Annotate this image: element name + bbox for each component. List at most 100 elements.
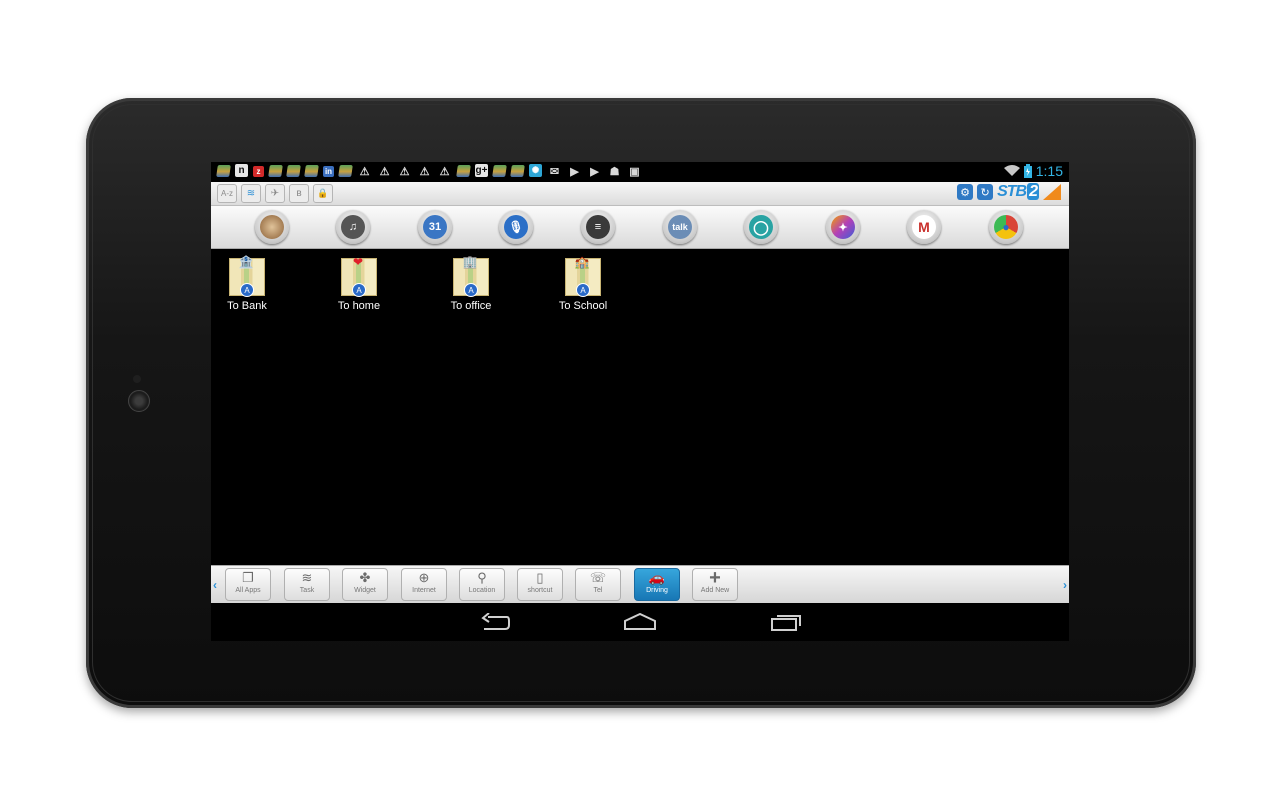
tab-internet[interactable]: ⊕ Internet bbox=[401, 568, 447, 601]
shortcut-label: To School bbox=[558, 300, 608, 312]
stack-icon bbox=[510, 165, 525, 177]
app-talk[interactable]: talk bbox=[663, 210, 697, 244]
app-photo[interactable] bbox=[255, 210, 289, 244]
red-square-icon: z bbox=[253, 166, 264, 177]
pin-icon: A bbox=[240, 283, 254, 297]
office-badge-icon: 🏢 bbox=[462, 255, 478, 269]
scroll-left-icon[interactable]: ‹ bbox=[213, 578, 217, 592]
google-plus-icon: g+ bbox=[475, 164, 488, 177]
car-icon: 🚗 bbox=[648, 570, 666, 585]
stack-icon bbox=[286, 165, 301, 177]
warning-icon: ⚠ bbox=[359, 166, 370, 178]
satellite-icon: ⚲ bbox=[477, 570, 487, 585]
gmail-icon: ✉ bbox=[549, 166, 560, 178]
shortcut-label: To office bbox=[450, 300, 492, 312]
android-icon: ☗ bbox=[609, 166, 620, 178]
globe-icon: ⊕ bbox=[418, 570, 430, 585]
scroll-right-icon[interactable]: › bbox=[1063, 578, 1067, 592]
recent-apps-icon bbox=[771, 615, 801, 631]
cyan-app-icon: ✺ bbox=[529, 164, 542, 177]
tab-shortcut[interactable]: ▯ shortcut bbox=[517, 568, 563, 601]
battery-icon bbox=[1023, 164, 1032, 178]
refresh-icon[interactable]: ↻ bbox=[977, 184, 994, 200]
tablet-screen: n z in ⚠ ⚠ ⚠ ⚠ ⚠ g+ ✺ ✉ ▶ ▶ ☗ ▣ 1:15 A-z… bbox=[211, 162, 1069, 641]
app-music[interactable]: ♫ bbox=[336, 210, 370, 244]
status-bar: n z in ⚠ ⚠ ⚠ ⚠ ⚠ g+ ✺ ✉ ▶ ▶ ☗ ▣ 1:15 bbox=[211, 162, 1069, 182]
home-button[interactable] bbox=[620, 609, 660, 635]
warning-icon: ⚠ bbox=[399, 166, 410, 178]
bank-badge-icon: 🏦 bbox=[238, 255, 254, 269]
bluetooth-toggle[interactable]: ʙ bbox=[289, 184, 309, 203]
heart-badge-icon: ❤ bbox=[352, 255, 364, 269]
all-apps-icon: ❐ bbox=[242, 570, 254, 585]
shortcut-label: To Bank bbox=[227, 300, 267, 312]
app-settings[interactable]: ≡ bbox=[581, 210, 615, 244]
linkedin-icon: in bbox=[323, 166, 334, 177]
tab-driving[interactable]: 🚗 Driving bbox=[634, 568, 680, 601]
tab-location[interactable]: ⚲ Location bbox=[459, 568, 505, 601]
notification-icons[interactable]: n z in ⚠ ⚠ ⚠ ⚠ ⚠ g+ ✺ ✉ ▶ ▶ ☗ ▣ bbox=[216, 164, 642, 179]
app-calendar[interactable]: 31 bbox=[418, 210, 452, 244]
stack-icon bbox=[268, 165, 283, 177]
school-badge-icon: 🏫 bbox=[574, 255, 590, 269]
document-icon: ▯ bbox=[536, 570, 544, 585]
a-z-toggle[interactable]: A-z bbox=[217, 184, 237, 203]
task-icon: ≋ bbox=[301, 570, 313, 585]
pin-icon: A bbox=[352, 283, 366, 297]
wifi-icon bbox=[1003, 165, 1020, 176]
stack-icon bbox=[456, 165, 471, 177]
plus-icon: + bbox=[709, 567, 721, 589]
back-icon bbox=[481, 613, 510, 630]
lock-toggle[interactable]: 🔒 bbox=[313, 184, 333, 203]
pin-icon: A bbox=[576, 283, 590, 297]
n-icon: n bbox=[235, 164, 248, 177]
phone-icon: ☏ bbox=[589, 570, 607, 585]
widget-icon: ✤ bbox=[359, 570, 371, 585]
clock: 1:15 bbox=[1035, 163, 1063, 179]
tab-tel[interactable]: ☏ Tel bbox=[575, 568, 621, 601]
shortcut-to-bank[interactable]: 🏦 A To Bank bbox=[211, 255, 287, 312]
app-voice[interactable]: 🎙 bbox=[499, 210, 533, 244]
bag-icon: ▣ bbox=[629, 166, 640, 178]
stack-icon bbox=[492, 165, 507, 177]
warning-icon: ⚠ bbox=[419, 166, 430, 178]
tab-add-new[interactable]: + Add New bbox=[692, 568, 738, 601]
tab-widget[interactable]: ✤ Widget bbox=[342, 568, 388, 601]
app-gmail[interactable]: M bbox=[907, 210, 941, 244]
recent-apps-button[interactable] bbox=[766, 609, 806, 635]
light-sensor bbox=[133, 375, 141, 383]
wifi-toggle[interactable]: ≋ bbox=[241, 184, 261, 203]
tab-all-apps[interactable]: ❐ All Apps bbox=[225, 568, 271, 601]
gear-icon[interactable]: ⚙ bbox=[957, 184, 974, 200]
map-icon: 🏫 A bbox=[565, 255, 601, 297]
shortcut-label: To home bbox=[337, 300, 381, 312]
back-button[interactable] bbox=[475, 609, 515, 635]
map-icon: ❤ A bbox=[341, 255, 377, 297]
pin-icon: A bbox=[464, 283, 478, 297]
home-icon bbox=[624, 613, 656, 630]
app-camera[interactable]: ◯ bbox=[744, 210, 778, 244]
stack-icon bbox=[338, 165, 353, 177]
front-camera bbox=[128, 390, 150, 412]
system-status[interactable]: 1:15 bbox=[1003, 163, 1063, 179]
warning-icon: ⚠ bbox=[439, 166, 450, 178]
map-icon: 🏦 A bbox=[229, 255, 265, 297]
play-icon: ▶ bbox=[570, 166, 579, 178]
shortcut-to-home[interactable]: ❤ A To home bbox=[319, 255, 399, 312]
shortcut-to-school[interactable]: 🏫 A To School bbox=[543, 255, 623, 312]
category-tab-bar: ‹ ❐ All Apps ≋ Task ✤ Widget ⊕ Internet … bbox=[211, 565, 1069, 603]
quick-toggle-bar: A-z ≋ ✈ ʙ 🔒 ⚙ ↻ STB 2 bbox=[211, 182, 1069, 206]
stack-icon bbox=[304, 165, 319, 177]
map-icon: 🏢 A bbox=[453, 255, 489, 297]
play-icon: ▶ bbox=[590, 166, 599, 178]
navigation-bar bbox=[211, 603, 1069, 641]
stb2-logo: STB 2 bbox=[997, 183, 1039, 200]
app-dock: ♫ 31 🎙 ≡ talk ◯ ✦ M ● bbox=[211, 206, 1069, 249]
shortcut-to-office[interactable]: 🏢 A To office bbox=[431, 255, 511, 312]
app-gallery[interactable]: ✦ bbox=[826, 210, 860, 244]
stack-icon bbox=[216, 165, 231, 177]
tab-task[interactable]: ≋ Task bbox=[284, 568, 330, 601]
logo-flag-icon bbox=[1043, 184, 1061, 200]
airplane-toggle[interactable]: ✈ bbox=[265, 184, 285, 203]
app-chrome[interactable]: ● bbox=[989, 210, 1023, 244]
